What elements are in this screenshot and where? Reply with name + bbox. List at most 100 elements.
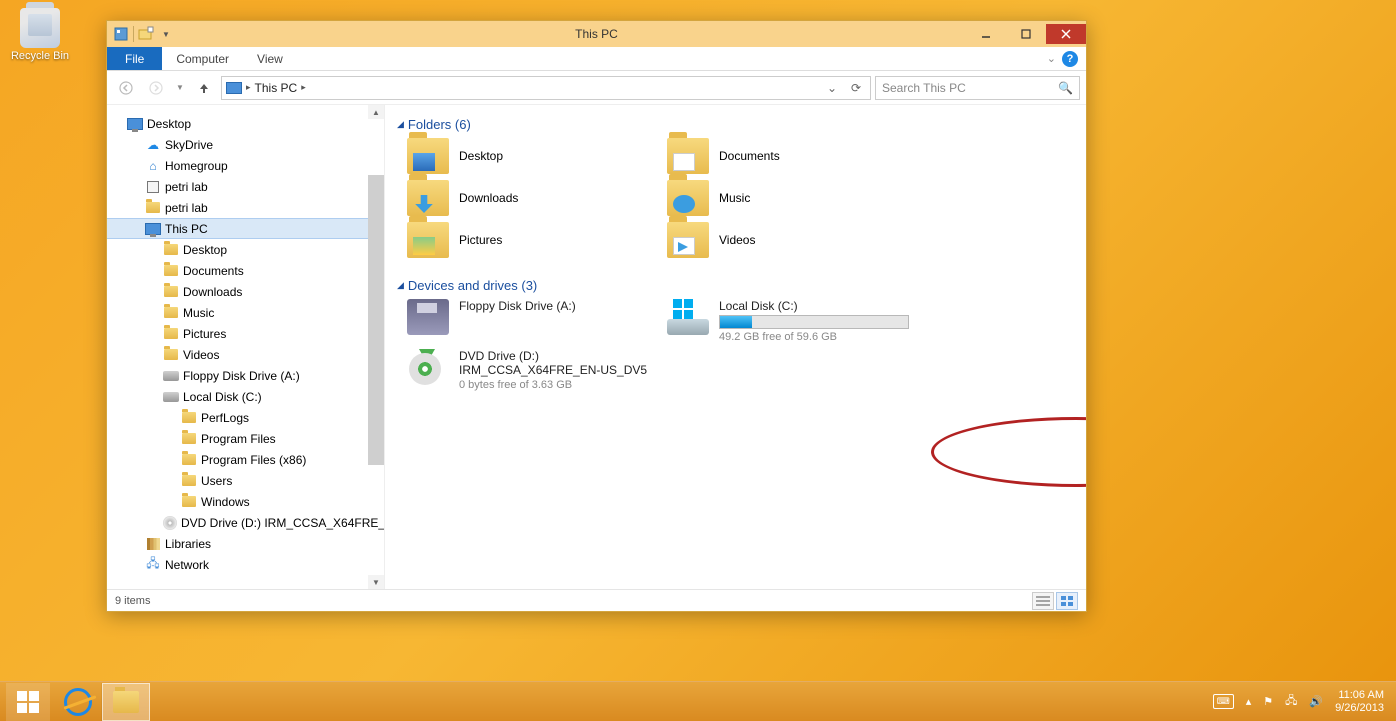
tab-view[interactable]: View bbox=[243, 47, 297, 70]
folder-item[interactable]: Documents bbox=[667, 138, 917, 174]
tree-item[interactable]: Desktop bbox=[107, 239, 384, 260]
help-icon[interactable]: ? bbox=[1062, 51, 1078, 67]
up-button[interactable] bbox=[191, 75, 217, 101]
network-icon[interactable]: 🖧 bbox=[1285, 692, 1297, 711]
tab-computer[interactable]: Computer bbox=[162, 47, 243, 70]
tree-item[interactable]: Users bbox=[107, 470, 384, 491]
pc-icon bbox=[145, 222, 161, 236]
drive-item[interactable]: DVD Drive (D:)IRM_CCSA_X64FRE_EN-US_DV50… bbox=[407, 349, 657, 391]
folder-icon bbox=[407, 138, 449, 174]
taskbar[interactable]: ⌨ ▴ ⚑ 🖧 🔊 11:06 AM 9/26/2013 bbox=[0, 681, 1396, 721]
tree-item[interactable]: petri lab bbox=[107, 197, 384, 218]
search-input[interactable]: Search This PC 🔍 bbox=[875, 76, 1080, 100]
titlebar[interactable]: ▼ This PC bbox=[107, 21, 1086, 47]
tree-item[interactable]: Libraries bbox=[107, 533, 384, 554]
tree-item[interactable]: petri lab bbox=[107, 176, 384, 197]
volume-icon[interactable]: 🔊 bbox=[1309, 695, 1323, 708]
tree-item[interactable]: Local Disk (C:) bbox=[107, 386, 384, 407]
tree-item[interactable]: Music bbox=[107, 302, 384, 323]
taskbar-clock[interactable]: 11:06 AM 9/26/2013 bbox=[1335, 689, 1390, 715]
folder-icon bbox=[667, 222, 709, 258]
minimize-button[interactable] bbox=[966, 24, 1006, 44]
tree-item-label: PerfLogs bbox=[201, 411, 249, 425]
folder-item[interactable]: Pictures bbox=[407, 222, 657, 258]
tree-item[interactable]: ⌂Homegroup bbox=[107, 155, 384, 176]
maximize-button[interactable] bbox=[1006, 24, 1046, 44]
folder-item[interactable]: Music bbox=[667, 180, 917, 216]
details-view-button[interactable] bbox=[1032, 592, 1054, 610]
tray-chevron-icon[interactable]: ▴ bbox=[1246, 695, 1252, 708]
scroll-thumb[interactable] bbox=[368, 175, 384, 465]
folder-icon bbox=[163, 306, 179, 320]
folder-icon bbox=[407, 180, 449, 216]
qat-new-folder-icon[interactable] bbox=[138, 26, 154, 42]
tree-item[interactable]: 🖧Network bbox=[107, 554, 384, 575]
tree-item-label: Libraries bbox=[165, 537, 211, 551]
collapse-icon[interactable]: ◢ bbox=[397, 280, 404, 291]
tree-item[interactable]: Documents bbox=[107, 260, 384, 281]
drive-item[interactable]: Floppy Disk Drive (A:) bbox=[407, 299, 657, 343]
annotation-ellipse bbox=[931, 417, 1086, 487]
drives-group-header[interactable]: ◢ Devices and drives (3) bbox=[397, 278, 1074, 293]
tree-item[interactable]: Desktop bbox=[107, 113, 384, 134]
folder-item[interactable]: Videos bbox=[667, 222, 917, 258]
scroll-down-icon[interactable]: ▼ bbox=[368, 575, 384, 589]
touch-keyboard-icon[interactable]: ⌨ bbox=[1213, 694, 1234, 709]
start-button[interactable] bbox=[6, 683, 50, 721]
tree-item[interactable]: Program Files bbox=[107, 428, 384, 449]
folder-item[interactable]: Desktop bbox=[407, 138, 657, 174]
folders-group-header[interactable]: ◢ Folders (6) bbox=[397, 117, 1074, 132]
ribbon-expand-icon[interactable]: ⌄ bbox=[1047, 52, 1056, 65]
qat-properties-icon[interactable] bbox=[113, 26, 129, 42]
large-icons-view-button[interactable] bbox=[1056, 592, 1078, 610]
close-button[interactable] bbox=[1046, 24, 1086, 44]
folder-icon bbox=[163, 285, 179, 299]
navigation-pane[interactable]: Desktop☁SkyDrive⌂Homegrouppetri labpetri… bbox=[107, 105, 385, 589]
address-bar[interactable]: ▸ This PC ▸ ⌄ ⟳ bbox=[221, 76, 871, 100]
tree-item[interactable]: Windows bbox=[107, 491, 384, 512]
chevron-right-icon[interactable]: ▸ bbox=[246, 82, 251, 93]
content-pane[interactable]: ◢ Folders (6) Desktop Documents Downloads M… bbox=[385, 105, 1086, 589]
tree-item[interactable]: Pictures bbox=[107, 323, 384, 344]
breadcrumb-this-pc[interactable]: This PC bbox=[255, 81, 298, 95]
tree-item[interactable]: Floppy Disk Drive (A:) bbox=[107, 365, 384, 386]
recent-dropdown-icon[interactable]: ▼ bbox=[173, 75, 187, 101]
folder-icon bbox=[163, 348, 179, 362]
tree-item[interactable]: Program Files (x86) bbox=[107, 449, 384, 470]
forward-button[interactable] bbox=[143, 75, 169, 101]
navpane-scrollbar[interactable]: ▲ ▼ bbox=[368, 105, 384, 589]
tree-item[interactable]: Videos bbox=[107, 344, 384, 365]
tree-item[interactable]: ☁SkyDrive bbox=[107, 134, 384, 155]
drive-item[interactable]: Local Disk (C:)49.2 GB free of 59.6 GB bbox=[667, 299, 917, 343]
system-tray: ⌨ ▴ ⚑ 🖧 🔊 11:06 AM 9/26/2013 bbox=[1213, 689, 1390, 715]
folder-item[interactable]: Downloads bbox=[407, 180, 657, 216]
chevron-right-icon[interactable]: ▸ bbox=[301, 82, 306, 93]
tree-item-label: Desktop bbox=[183, 243, 227, 257]
status-text: 9 items bbox=[115, 595, 150, 607]
action-center-icon[interactable]: ⚑ bbox=[1263, 695, 1273, 708]
search-placeholder: Search This PC bbox=[882, 81, 966, 95]
tree-item-label: Pictures bbox=[183, 327, 226, 341]
tree-item[interactable]: DVD Drive (D:) IRM_CCSA_X64FRE_EN-U bbox=[107, 512, 384, 533]
collapse-icon[interactable]: ◢ bbox=[397, 119, 404, 130]
drive-capacity-text: 0 bytes free of 3.63 GB bbox=[459, 379, 657, 391]
back-button[interactable] bbox=[113, 75, 139, 101]
recycle-bin-desktop-icon[interactable]: Recycle Bin bbox=[10, 8, 70, 62]
clock-date: 9/26/2013 bbox=[1335, 702, 1384, 715]
folder-icon bbox=[181, 474, 197, 488]
folder-icon bbox=[163, 264, 179, 278]
address-dropdown-icon[interactable]: ⌄ bbox=[822, 81, 842, 95]
refresh-icon[interactable]: ⟳ bbox=[846, 81, 866, 95]
tree-item[interactable]: This PC bbox=[107, 218, 384, 239]
tree-item[interactable]: Downloads bbox=[107, 281, 384, 302]
tree-item-label: Documents bbox=[183, 264, 244, 278]
taskbar-explorer-button[interactable] bbox=[102, 683, 150, 721]
taskbar-ie-button[interactable] bbox=[54, 683, 102, 721]
file-tab[interactable]: File bbox=[107, 47, 162, 70]
scroll-up-icon[interactable]: ▲ bbox=[368, 105, 384, 119]
qat-dropdown-icon[interactable]: ▼ bbox=[158, 26, 174, 42]
tree-item[interactable]: PerfLogs bbox=[107, 407, 384, 428]
user-icon bbox=[145, 180, 161, 194]
folder-icon bbox=[667, 138, 709, 174]
tree-item-label: Videos bbox=[183, 348, 219, 362]
